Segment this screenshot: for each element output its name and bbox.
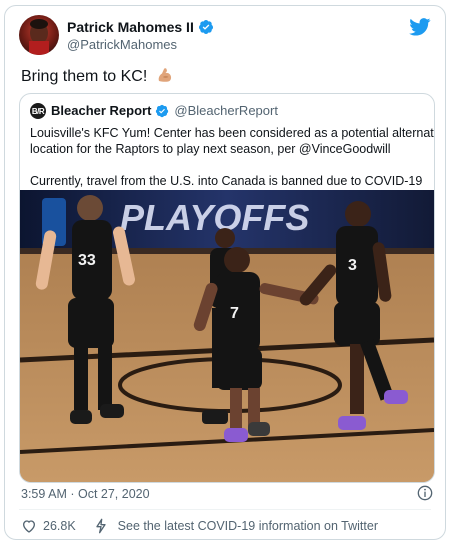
bolt-icon [96,518,106,534]
quoted-author-handle: @BleacherReport [174,103,278,118]
twitter-bird-icon[interactable] [409,18,431,36]
tweet-timestamp[interactable]: 3:59 AM · Oct 27, 2020 [21,487,150,501]
flexed-biceps-emoji-icon [158,68,171,82]
covid-info-link[interactable]: See the latest COVID-19 information on T… [118,519,378,533]
author-name[interactable]: Patrick Mahomes II [67,19,214,35]
author-name-text: Patrick Mahomes II [67,19,194,35]
author-avatar[interactable] [19,15,59,55]
author-handle[interactable]: @PatrickMahomes [67,37,177,52]
quoted-tweet[interactable]: B/R Bleacher Report @BleacherReport Loui… [19,93,435,483]
jersey-number: 33 [78,252,96,269]
quoted-text-line: Louisville's KFC Yum! Center has been co… [30,126,435,140]
quoted-author-name-text: Bleacher Report [51,103,152,118]
quoted-text-line: Currently, travel from the U.S. into Can… [30,174,423,188]
tweet-card[interactable]: Patrick Mahomes II @PatrickMahomes Bring… [4,5,446,540]
tweet-text-content: Bring them to KC! [21,68,148,85]
verified-icon [156,104,169,117]
info-icon[interactable] [417,485,433,501]
quoted-author-avatar[interactable]: B/R [30,103,46,119]
tweet-text: Bring them to KC! [21,66,174,87]
tweet-actions: 26.8K See the latest COVID-19 informatio… [21,518,378,534]
verified-icon [198,20,213,34]
quoted-tweet-image[interactable]: PLAYOFFS 33 7 3 [20,190,434,482]
photo-banner-text: PLAYOFFS [120,197,309,238]
divider [19,509,431,510]
raptors-players-photo: PLAYOFFS 33 7 3 [20,190,434,482]
like-count[interactable]: 26.8K [43,519,76,533]
quoted-tweet-text: Louisville's KFC Yum! Center has been co… [30,125,435,189]
jersey-number: 7 [230,305,239,322]
quoted-author-name[interactable]: Bleacher Report @BleacherReport [51,103,278,118]
jersey-number: 3 [348,257,357,274]
quoted-text-line: location for the Raptors to play next se… [30,142,391,156]
heart-icon[interactable] [21,518,37,534]
